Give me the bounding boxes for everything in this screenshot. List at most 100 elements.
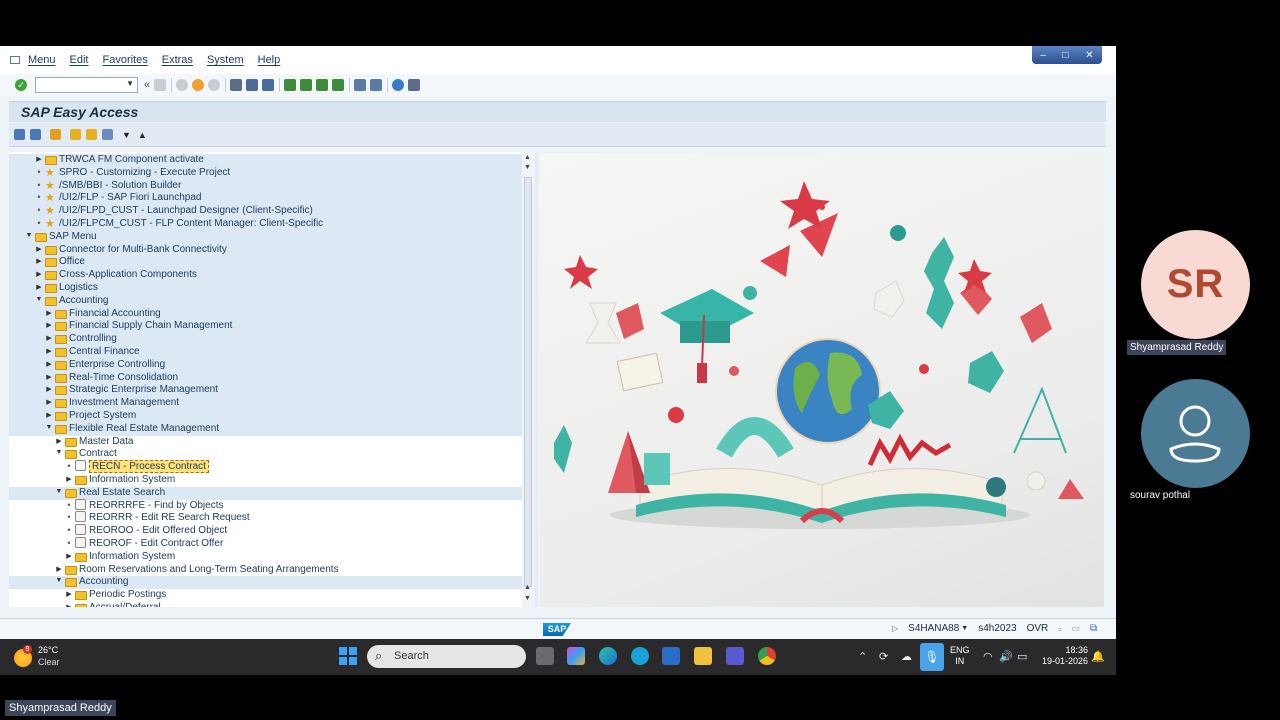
collapse-node-icon[interactable]: ▼: [45, 424, 53, 431]
save-icon[interactable]: [154, 79, 167, 91]
tree-node[interactable]: ▼ Flexible Real Estate Management: [9, 422, 522, 436]
collapse-node-icon[interactable]: ▼: [55, 577, 63, 584]
expand-node-icon[interactable]: ▶: [55, 565, 63, 573]
find-icon[interactable]: [246, 79, 259, 91]
copilot-icon[interactable]: [567, 647, 585, 665]
tree-node[interactable]: ▶ Information System: [9, 551, 522, 564]
expand-node-icon[interactable]: ▶: [35, 257, 43, 265]
expand-node-icon[interactable]: ▶: [35, 283, 43, 291]
back-icon[interactable]: «: [144, 79, 150, 91]
tree-node[interactable]: ▶ Strategic Enterprise Management: [9, 384, 522, 398]
edge-icon[interactable]: [599, 647, 617, 665]
insert-mode[interactable]: OVR: [1027, 623, 1049, 634]
menu-system[interactable]: System: [207, 54, 244, 66]
delete-favorite-icon[interactable]: [86, 129, 97, 140]
system-id[interactable]: S4HANA88: [908, 623, 959, 634]
first-page-icon[interactable]: [284, 79, 297, 91]
volume-icon[interactable]: 🔊: [999, 650, 1013, 663]
expand-node-icon[interactable]: ▶: [45, 411, 53, 419]
chrome-icon[interactable]: [758, 647, 776, 665]
tree-node[interactable]: ▶ Project System: [9, 410, 522, 423]
tree-node[interactable]: ▶ Room Reservations and Long-Term Seating…: [9, 564, 522, 577]
help-icon[interactable]: [392, 79, 405, 91]
tree-node[interactable]: • ★ SPRO - Customizing - Execute Project: [9, 166, 522, 180]
tree-node[interactable]: ▼ Contract: [9, 448, 522, 461]
shortcut-icon[interactable]: [370, 79, 383, 91]
tree-node[interactable]: ▶ Investment Management: [9, 397, 522, 410]
back-nav-icon[interactable]: [176, 79, 189, 91]
file-explorer-icon[interactable]: [694, 647, 712, 665]
scroll-down-small-icon[interactable]: ▼: [524, 164, 531, 171]
tree-node[interactable]: ▼ Accounting: [9, 576, 522, 590]
tree-node[interactable]: • ★ /SMB/BBI - Solution Builder: [9, 179, 522, 193]
taskbar-search[interactable]: ⌕ Search: [367, 645, 526, 668]
other-menu-icon[interactable]: [50, 129, 61, 140]
sap-menu-icon[interactable]: [30, 129, 41, 140]
expand-node-icon[interactable]: ▶: [65, 590, 73, 598]
tree-node[interactable]: ▶ Logistics: [9, 282, 522, 295]
enter-icon[interactable]: ✓: [15, 79, 27, 91]
tree-node[interactable]: ▶ Connector for Multi-Bank Connectivity: [9, 243, 522, 257]
tree-node[interactable]: ▼ SAP Menu: [9, 230, 522, 244]
command-field[interactable]: ▼: [35, 77, 138, 93]
menu-help[interactable]: Help: [258, 54, 281, 66]
expand-node-icon[interactable]: ▶: [45, 373, 53, 381]
tree-node[interactable]: • ★ /UI2/FLPD_CUST - Launchpad Designer (C…: [9, 205, 522, 218]
sap-logon-icon[interactable]: [662, 647, 680, 665]
notification-icon[interactable]: 🔔: [1091, 650, 1105, 663]
expand-node-icon[interactable]: ▶: [65, 603, 73, 607]
play-icon[interactable]: ▷: [892, 624, 898, 633]
expand-node-icon[interactable]: ▶: [35, 155, 43, 163]
tree-node[interactable]: ▶ Real-Time Consolidation: [9, 371, 522, 385]
tree-node[interactable]: ▶ Office: [9, 256, 522, 270]
battery-icon[interactable]: ▭: [1017, 650, 1027, 663]
change-favorite-icon[interactable]: [102, 129, 113, 140]
find-next-icon[interactable]: [262, 79, 275, 91]
wifi-icon[interactable]: ◠: [983, 650, 993, 663]
tree-node[interactable]: ▶ Financial Supply Chain Management: [9, 320, 522, 334]
last-page-icon[interactable]: [332, 79, 345, 91]
scroll-thumb[interactable]: [524, 177, 532, 587]
tree-node[interactable]: ▶ Periodic Postings: [9, 589, 522, 602]
tree-scrollbar[interactable]: ▲ ▼ ▲ ▼: [522, 152, 534, 607]
menu-edit[interactable]: Edit: [70, 54, 89, 66]
next-page-icon[interactable]: [316, 79, 329, 91]
menu-favorites[interactable]: Favorites: [103, 54, 148, 66]
teams-icon[interactable]: [726, 647, 744, 665]
scroll-up-small-icon[interactable]: ▲: [524, 584, 531, 591]
expand-node-icon[interactable]: ▶: [45, 334, 53, 342]
expand-down-icon[interactable]: ▼: [122, 130, 131, 140]
collapse-node-icon[interactable]: ▼: [35, 296, 43, 303]
sync-icon[interactable]: ⟳: [879, 650, 888, 663]
tree-node[interactable]: ▶ Controlling: [9, 333, 522, 346]
tree-node[interactable]: ▶ Central Finance: [9, 346, 522, 359]
tree-node[interactable]: ▶ Master Data: [9, 436, 522, 449]
tree-node[interactable]: ▶ Financial Accounting: [9, 307, 522, 321]
tree-node[interactable]: • ★ /UI2/FLP - SAP Fiori Launchpad: [9, 192, 522, 206]
expand-node-icon[interactable]: ▶: [45, 321, 53, 329]
menu-menu[interactable]: Menu: [28, 54, 56, 66]
collapse-node-icon[interactable]: ▼: [25, 232, 33, 239]
tree-node[interactable]: • REORRRFE - Find by Objects: [9, 498, 522, 513]
tree-node[interactable]: • RECN - Process Contract: [9, 460, 522, 474]
expand-node-icon[interactable]: ▶: [65, 475, 73, 483]
tree-node[interactable]: • REOROO - Edit Offered Object: [9, 524, 522, 538]
cloud-icon[interactable]: ☁: [901, 650, 912, 663]
tree-node[interactable]: ▶ TRWCA FM Component activate: [9, 154, 522, 167]
cancel-icon[interactable]: [208, 79, 221, 91]
user-menu-icon[interactable]: [14, 129, 25, 140]
chevron-down-icon[interactable]: ▼: [961, 625, 968, 632]
layout-icon[interactable]: [408, 79, 421, 91]
tree-node[interactable]: ▶ Information System: [9, 474, 522, 487]
scroll-down-icon[interactable]: ▼: [524, 595, 531, 602]
tree-node[interactable]: ▼ Accounting: [9, 294, 522, 308]
expand-node-icon[interactable]: ▶: [45, 360, 53, 368]
tree-node[interactable]: • REORRR - Edit RE Search Request: [9, 511, 522, 525]
language-indicator[interactable]: ENG IN: [950, 645, 970, 667]
tree-node[interactable]: ▼ Real Estate Search: [9, 486, 522, 500]
prev-page-icon[interactable]: [300, 79, 313, 91]
browser-app-icon[interactable]: [631, 647, 649, 665]
start-button[interactable]: [339, 647, 357, 665]
chevron-up-icon[interactable]: ⌃: [858, 650, 867, 663]
tree-node[interactable]: • REOROF - Edit Contract Offer: [9, 537, 522, 551]
